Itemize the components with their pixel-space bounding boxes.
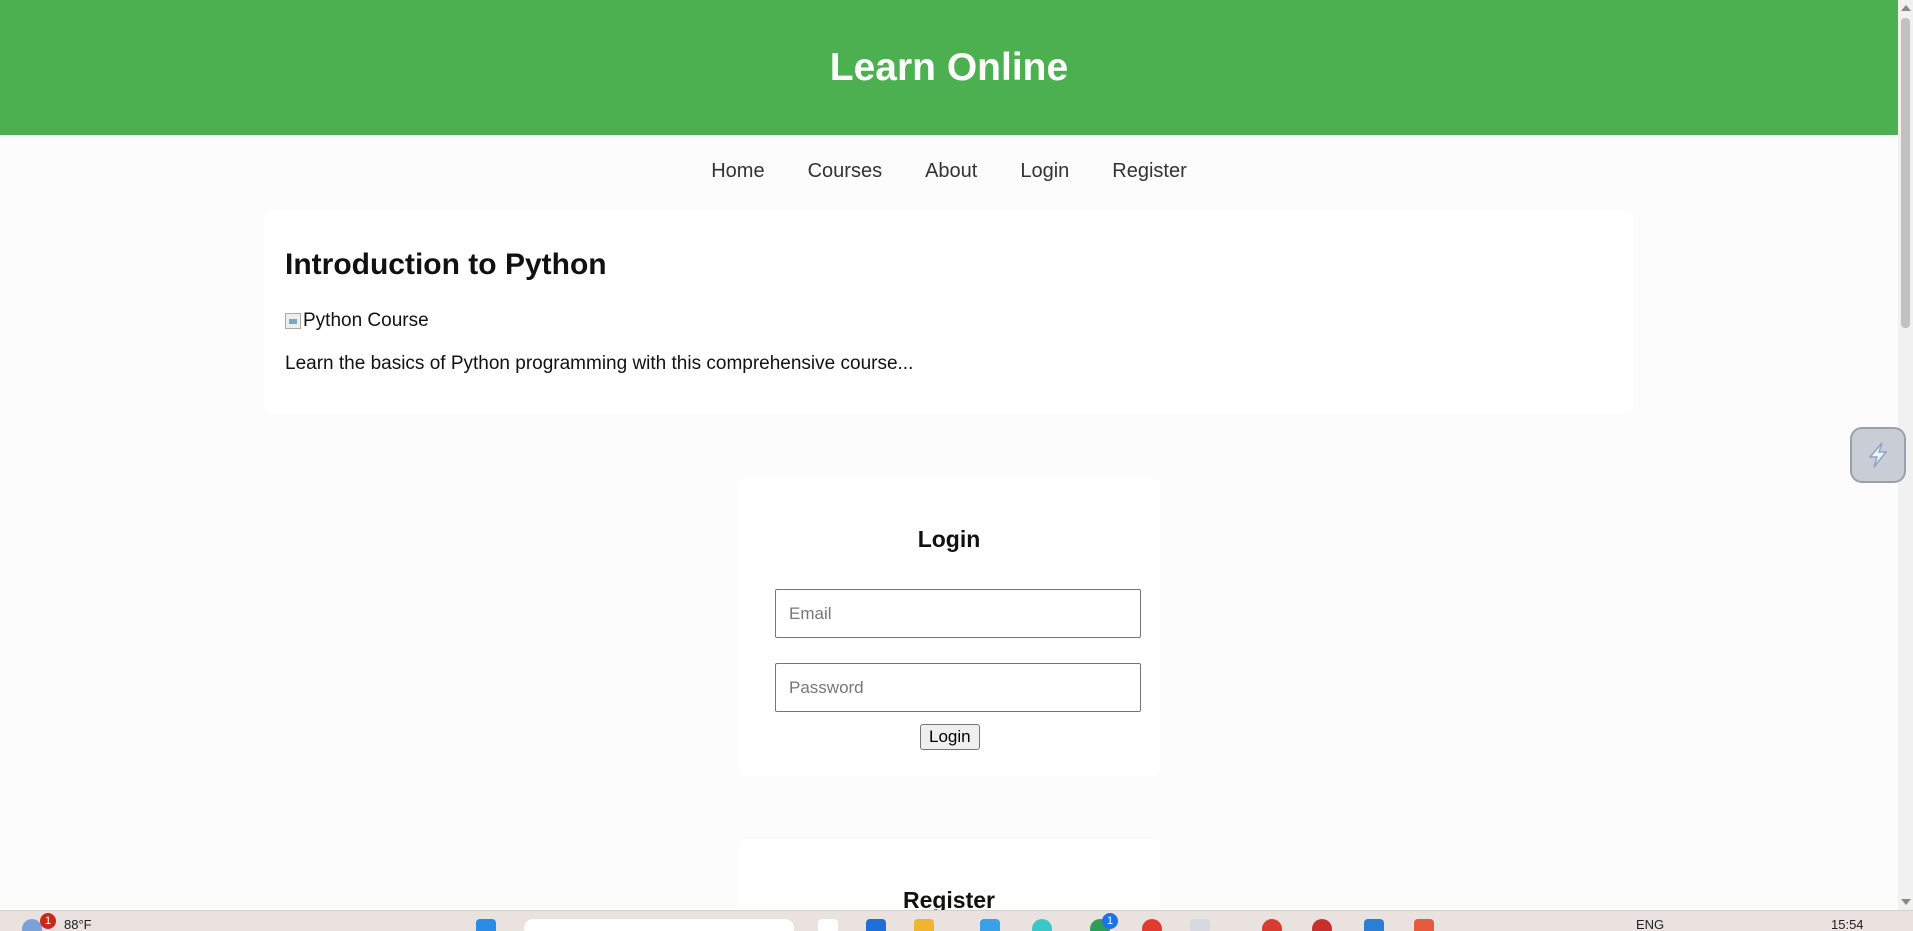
chrome-alt-icon[interactable] — [1262, 919, 1282, 931]
scroll-down-arrow-icon[interactable] — [1901, 899, 1911, 905]
course-image: Python Course — [285, 310, 429, 332]
scroll-thumb[interactable] — [1901, 18, 1910, 328]
nav-home-link[interactable]: Home — [711, 160, 764, 183]
edge-icon[interactable] — [866, 919, 886, 931]
task-view-icon[interactable] — [818, 919, 838, 931]
weather-temperature: 88°F — [64, 917, 92, 931]
nav-register-link[interactable]: Register — [1112, 160, 1186, 183]
calendar-icon[interactable] — [1414, 919, 1434, 931]
course-card: Introduction to Python Python Course Lea… — [265, 210, 1633, 414]
weather-badge: 1 — [40, 913, 56, 929]
register-heading: Register — [902, 887, 996, 910]
weather-icon[interactable] — [22, 919, 42, 931]
nav-about-link[interactable]: About — [925, 160, 977, 183]
nav-courses-link[interactable]: Courses — [808, 160, 882, 183]
chrome-icon[interactable] — [1142, 919, 1162, 931]
calculator-icon[interactable] — [1364, 919, 1384, 931]
chrome-profile-icon[interactable] — [1190, 919, 1210, 931]
broken-image-icon — [285, 313, 301, 329]
site-header: Learn Online — [0, 0, 1898, 135]
course-image-alt-text: Python Course — [303, 310, 429, 331]
language-indicator[interactable]: ENG — [1636, 917, 1664, 931]
email-input[interactable] — [775, 589, 1141, 638]
file-explorer-icon[interactable] — [914, 919, 934, 931]
login-form-card: Login Login — [738, 478, 1160, 776]
taskbar-search-box[interactable] — [524, 919, 794, 931]
lightning-icon — [1868, 442, 1888, 468]
site-title: Learn Online — [829, 45, 1069, 89]
scroll-up-arrow-icon[interactable] — [1901, 5, 1911, 11]
os-taskbar: 1 88°F 1 ENG 15:54 — [0, 910, 1913, 931]
register-form-card: Register — [738, 839, 1160, 910]
taskbar-clock[interactable]: 15:54 — [1831, 917, 1864, 931]
app-badge: 1 — [1102, 913, 1118, 929]
floating-extension-button[interactable] — [1850, 427, 1906, 483]
login-button[interactable]: Login — [920, 724, 980, 750]
windows-start-icon[interactable] — [476, 919, 496, 931]
course-title: Introduction to Python — [285, 248, 607, 281]
course-description: Learn the basics of Python programming w… — [285, 353, 914, 374]
store-icon[interactable] — [980, 919, 1000, 931]
nav-login-link[interactable]: Login — [1020, 160, 1069, 183]
main-nav: Home Courses About Login Register — [0, 135, 1898, 207]
app-icon[interactable] — [1032, 919, 1052, 931]
password-input[interactable] — [775, 663, 1141, 712]
login-heading: Login — [917, 526, 981, 552]
recorder-icon[interactable] — [1312, 919, 1332, 931]
